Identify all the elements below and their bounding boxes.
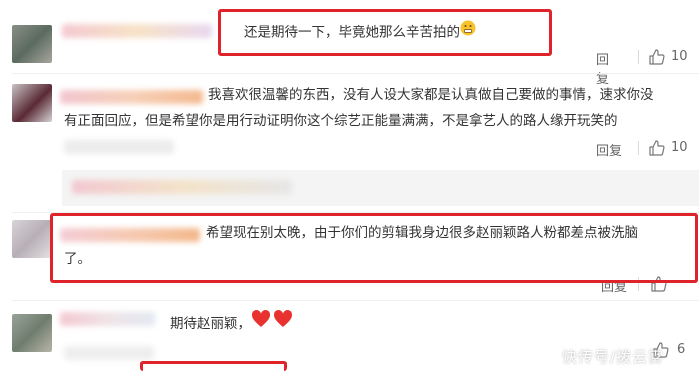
- comment-1: 还是期待一下，毕竟她那么辛苦拍的 回复 10: [0, 0, 699, 87]
- comment-text: 期待赵丽颖，: [170, 309, 295, 339]
- comment-text-line-2: 有正面回应，但是希望你是用行动证明你这个综艺正能量满满，不是拿艺人的路人缘开玩笑…: [64, 113, 618, 129]
- avatar[interactable]: [12, 25, 52, 63]
- avatar[interactable]: [12, 84, 52, 122]
- avatar[interactable]: [12, 314, 52, 352]
- like-count: 10: [671, 140, 688, 155]
- divider: [12, 300, 699, 301]
- username[interactable]: [60, 312, 155, 326]
- highlight-box: [140, 361, 287, 371]
- thumbs-up-icon[interactable]: [648, 139, 666, 157]
- like-count: 6: [677, 342, 686, 357]
- like-count: 10: [671, 49, 688, 64]
- reply-button[interactable]: 回复: [596, 140, 622, 159]
- watermark: 快传号/拨云雾: [562, 348, 665, 366]
- username[interactable]: [60, 90, 203, 104]
- blurred-content: [64, 346, 154, 360]
- heart-icon: [251, 309, 295, 339]
- divider: [638, 141, 639, 155]
- highlight-box: [218, 9, 552, 56]
- divider: [12, 73, 699, 74]
- thumbs-up-icon[interactable]: [648, 48, 666, 66]
- blurred-reply: [72, 180, 292, 194]
- username[interactable]: [62, 24, 212, 38]
- avatar[interactable]: [12, 220, 52, 258]
- highlight-box: [50, 213, 698, 283]
- blurred-content: [64, 140, 174, 154]
- comment-text-line-1: 我喜欢很温馨的东西，没有人设大家都是认真做自己要做的事情，速求你没: [208, 87, 654, 103]
- divider: [638, 50, 639, 64]
